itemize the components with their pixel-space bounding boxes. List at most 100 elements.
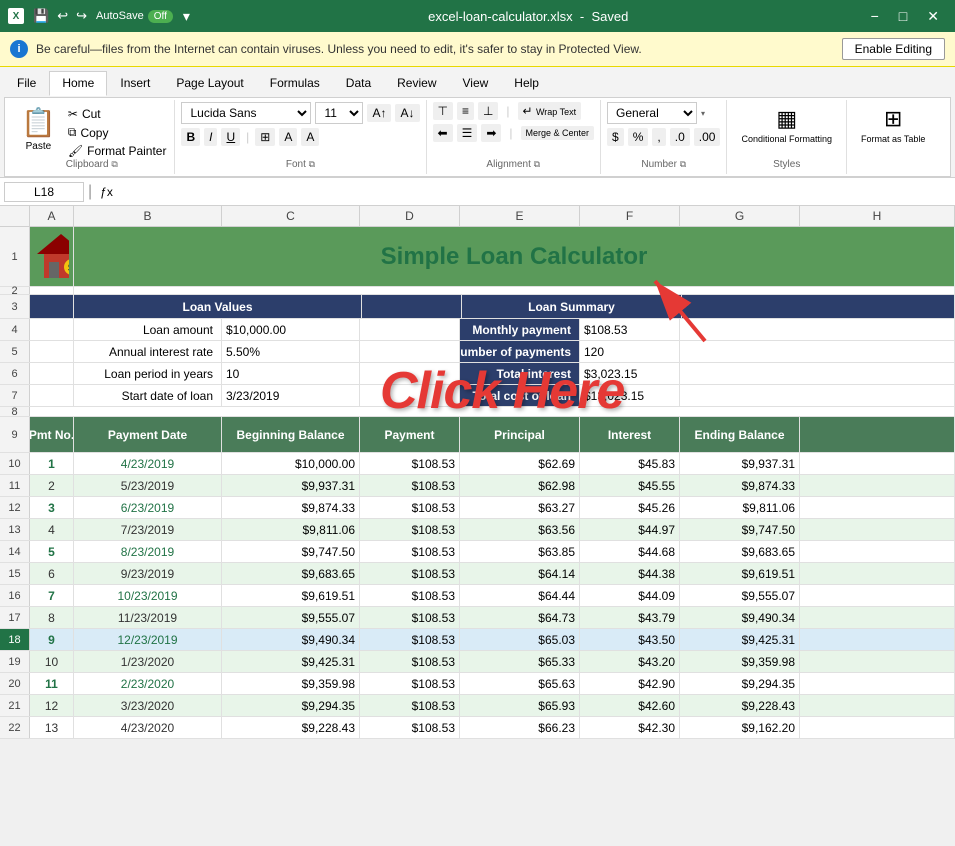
cell-16-interest[interactable]: $44.09 bbox=[580, 585, 680, 606]
cell-15-payment[interactable]: $108.53 bbox=[360, 563, 460, 584]
align-middle-button[interactable]: ≡ bbox=[457, 102, 474, 120]
cell-19-date[interactable]: 1/23/2020 bbox=[74, 651, 222, 672]
formula-input[interactable] bbox=[121, 182, 951, 202]
cell-5h[interactable] bbox=[680, 341, 955, 362]
col-header-h[interactable]: H bbox=[800, 206, 955, 226]
cell-15-ending[interactable]: $9,619.51 bbox=[680, 563, 800, 584]
cell-1a[interactable]: $ bbox=[30, 227, 74, 286]
comma-button[interactable]: , bbox=[652, 128, 665, 146]
cell-5e[interactable] bbox=[360, 341, 460, 362]
cell-18-ending[interactable]: $9,425.31 bbox=[680, 629, 800, 650]
col-header-b[interactable]: B bbox=[74, 206, 222, 226]
cell-18-interest[interactable]: $43.50 bbox=[580, 629, 680, 650]
cell-21-ending[interactable]: $9,228.43 bbox=[680, 695, 800, 716]
cell-22-date[interactable]: 4/23/2020 bbox=[74, 717, 222, 738]
cell-12-principal[interactable]: $63.27 bbox=[460, 497, 580, 518]
cell-16-ending[interactable]: $9,555.07 bbox=[680, 585, 800, 606]
cell-14-interest[interactable]: $44.68 bbox=[580, 541, 680, 562]
cell-21-extra[interactable] bbox=[800, 695, 955, 716]
align-left-button[interactable]: ⬅ bbox=[433, 124, 453, 142]
underline-button[interactable]: U bbox=[221, 128, 240, 146]
cell-14-begin[interactable]: $9,747.50 bbox=[222, 541, 360, 562]
cell-10-ending[interactable]: $9,937.31 bbox=[680, 453, 800, 474]
cell-11-principal[interactable]: $62.98 bbox=[460, 475, 580, 496]
cell-20-principal[interactable]: $65.63 bbox=[460, 673, 580, 694]
copy-button[interactable]: ⧉ Copy bbox=[66, 124, 169, 141]
tab-data[interactable]: Data bbox=[333, 71, 384, 95]
cell-3-rest[interactable] bbox=[682, 295, 955, 318]
cell-19-num[interactable]: 10 bbox=[30, 651, 74, 672]
cell-2-rest[interactable] bbox=[74, 287, 955, 294]
col-header-f[interactable]: F bbox=[580, 206, 680, 226]
cell-18-principal[interactable]: $65.03 bbox=[460, 629, 580, 650]
tab-review[interactable]: Review bbox=[384, 71, 449, 95]
cell-15-num[interactable]: 6 bbox=[30, 563, 74, 584]
cell-17-extra[interactable] bbox=[800, 607, 955, 628]
cell-5a[interactable] bbox=[30, 341, 74, 362]
cell-15-principal[interactable]: $64.14 bbox=[460, 563, 580, 584]
decimal-increase-button[interactable]: .0 bbox=[670, 128, 690, 146]
cell-7a[interactable] bbox=[30, 385, 74, 406]
enable-editing-button[interactable]: Enable Editing bbox=[842, 38, 945, 60]
cell-12-ending[interactable]: $9,811.06 bbox=[680, 497, 800, 518]
cell-18-date[interactable]: 12/23/2019 bbox=[74, 629, 222, 650]
col-header-c[interactable]: C bbox=[222, 206, 360, 226]
cell-11-payment[interactable]: $108.53 bbox=[360, 475, 460, 496]
cell-15-begin[interactable]: $9,683.65 bbox=[222, 563, 360, 584]
conditional-formatting-button[interactable]: ▦ Conditional Formatting bbox=[733, 102, 840, 149]
cell-22-interest[interactable]: $42.30 bbox=[580, 717, 680, 738]
cell-16-date[interactable]: 10/23/2019 bbox=[74, 585, 222, 606]
cell-18-begin[interactable]: $9,490.34 bbox=[222, 629, 360, 650]
font-increase-button[interactable]: A↑ bbox=[367, 104, 391, 122]
cell-5-loan-value[interactable]: 5.50% bbox=[222, 341, 360, 362]
cell-17-num[interactable]: 8 bbox=[30, 607, 74, 628]
currency-button[interactable]: $ bbox=[607, 128, 624, 146]
redo-icon[interactable]: ↪ bbox=[73, 6, 90, 26]
cell-16-payment[interactable]: $108.53 bbox=[360, 585, 460, 606]
cell-20-extra[interactable] bbox=[800, 673, 955, 694]
cell-19-begin[interactable]: $9,425.31 bbox=[222, 651, 360, 672]
cell-13-begin[interactable]: $9,811.06 bbox=[222, 519, 360, 540]
align-bottom-button[interactable]: ⊥ bbox=[478, 102, 498, 120]
cell-3d[interactable] bbox=[362, 295, 462, 318]
cell-12-date[interactable]: 6/23/2019 bbox=[74, 497, 222, 518]
cell-6-loan-value[interactable]: 10 bbox=[222, 363, 360, 384]
tab-formulas[interactable]: Formulas bbox=[257, 71, 333, 95]
font-name-select[interactable]: Lucida Sans bbox=[181, 102, 311, 124]
cell-11-date[interactable]: 5/23/2019 bbox=[74, 475, 222, 496]
bold-button[interactable]: B bbox=[181, 128, 200, 146]
maximize-button[interactable]: □ bbox=[891, 0, 915, 32]
cell-20-interest[interactable]: $42.90 bbox=[580, 673, 680, 694]
cell-20-payment[interactable]: $108.53 bbox=[360, 673, 460, 694]
cell-21-payment[interactable]: $108.53 bbox=[360, 695, 460, 716]
cell-20-date[interactable]: 2/23/2020 bbox=[74, 673, 222, 694]
cell-12-extra[interactable] bbox=[800, 497, 955, 518]
italic-button[interactable]: I bbox=[204, 128, 217, 146]
cell-6h[interactable] bbox=[680, 363, 955, 384]
autosave-chevron[interactable]: ▾ bbox=[179, 8, 194, 25]
cell-15-date[interactable]: 9/23/2019 bbox=[74, 563, 222, 584]
tab-page-layout[interactable]: Page Layout bbox=[163, 71, 256, 95]
percent-button[interactable]: % bbox=[628, 128, 649, 146]
cell-10-begin[interactable]: $10,000.00 bbox=[222, 453, 360, 474]
cell-15-interest[interactable]: $44.38 bbox=[580, 563, 680, 584]
cell-7h[interactable] bbox=[680, 385, 955, 406]
cell-11-num[interactable]: 2 bbox=[30, 475, 74, 496]
cell-11-ending[interactable]: $9,874.33 bbox=[680, 475, 800, 496]
cell-6e[interactable] bbox=[360, 363, 460, 384]
wrap-text-button[interactable]: ↵ Wrap Text bbox=[518, 102, 582, 120]
cell-13-extra[interactable] bbox=[800, 519, 955, 540]
cell-15-extra[interactable] bbox=[800, 563, 955, 584]
tab-insert[interactable]: Insert bbox=[107, 71, 163, 95]
cell-11-begin[interactable]: $9,937.31 bbox=[222, 475, 360, 496]
cell-14-extra[interactable] bbox=[800, 541, 955, 562]
col-header-d[interactable]: D bbox=[360, 206, 460, 226]
cell-4-loan-value[interactable]: $10,000.00 bbox=[222, 319, 360, 340]
cell-13-principal[interactable]: $63.56 bbox=[460, 519, 580, 540]
cell-19-extra[interactable] bbox=[800, 651, 955, 672]
undo-icon[interactable]: ↩ bbox=[54, 6, 71, 26]
cell-18-num[interactable]: 9 bbox=[30, 629, 74, 650]
cell-17-principal[interactable]: $64.73 bbox=[460, 607, 580, 628]
cell-16-principal[interactable]: $64.44 bbox=[460, 585, 580, 606]
merge-center-button[interactable]: Merge & Center bbox=[521, 126, 595, 140]
